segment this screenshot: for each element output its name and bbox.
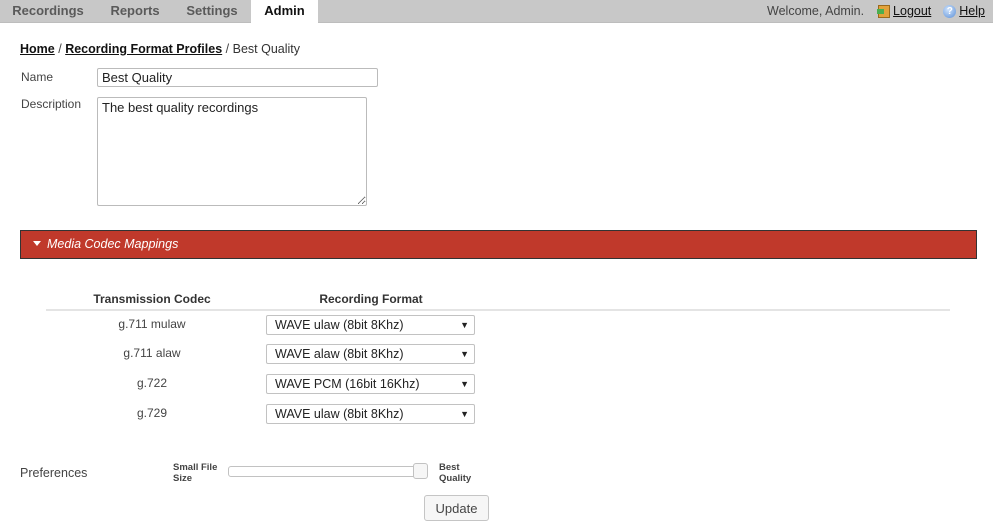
help-icon[interactable]: ? xyxy=(943,4,957,18)
codec-name: g.722 xyxy=(136,376,168,390)
name-input[interactable] xyxy=(97,68,378,87)
slider-max-label: Best Quality xyxy=(439,462,472,484)
description-label: Description xyxy=(21,97,82,111)
breadcrumb-recording-format-profiles[interactable]: Recording Format Profiles xyxy=(65,42,222,56)
selected-value: WAVE PCM (16bit 16Khz) xyxy=(275,377,420,391)
quality-slider-handle[interactable] xyxy=(413,463,428,479)
breadcrumb-separator: / xyxy=(225,42,230,56)
tab-recordings[interactable]: Recordings xyxy=(6,0,90,22)
tab-reports[interactable]: Reports xyxy=(102,0,168,22)
recording-format-select[interactable]: WAVE alaw (8bit 8Khz) ▼ xyxy=(266,344,475,364)
dropdown-arrow-icon: ▼ xyxy=(460,409,469,419)
quality-slider-track[interactable] xyxy=(228,466,424,477)
logout-icon[interactable] xyxy=(877,4,891,18)
breadcrumb-home[interactable]: Home xyxy=(20,42,55,56)
selected-value: WAVE alaw (8bit 8Khz) xyxy=(275,347,404,361)
breadcrumb: Home / Recording Format Profiles / Best … xyxy=(20,42,300,56)
codec-name: g.711 alaw xyxy=(123,346,181,360)
selected-value: WAVE ulaw (8bit 8Khz) xyxy=(275,407,404,421)
header-divider xyxy=(46,309,950,311)
update-button[interactable]: Update xyxy=(424,495,489,521)
logout-link[interactable]: Logout xyxy=(893,1,931,21)
top-nav-bar: Recordings Reports Settings Admin Welcom… xyxy=(0,0,993,23)
tab-admin[interactable]: Admin xyxy=(251,0,318,23)
recording-format-select[interactable]: WAVE ulaw (8bit 8Khz) ▼ xyxy=(266,404,475,424)
media-codec-mappings-header[interactable]: Media Codec Mappings xyxy=(20,230,977,259)
dropdown-arrow-icon: ▼ xyxy=(460,349,469,359)
section-title: Media Codec Mappings xyxy=(47,237,179,251)
breadcrumb-current: Best Quality xyxy=(232,42,301,56)
column-header-transmission-codec: Transmission Codec xyxy=(93,292,211,306)
user-area: Welcome, Admin. Logout ? Help xyxy=(767,0,985,22)
selected-value: WAVE ulaw (8bit 8Khz) xyxy=(275,318,404,332)
preferences-label: Preferences xyxy=(20,466,88,480)
column-header-recording-format: Recording Format xyxy=(319,292,423,306)
dropdown-arrow-icon: ▼ xyxy=(460,379,469,389)
dropdown-arrow-icon: ▼ xyxy=(460,320,469,330)
codec-name: g.711 mulaw xyxy=(118,317,186,331)
name-label: Name xyxy=(21,70,54,84)
help-link[interactable]: Help xyxy=(959,1,985,21)
slider-min-label: Small File Size xyxy=(173,462,218,484)
tab-settings[interactable]: Settings xyxy=(180,0,244,22)
codec-name: g.729 xyxy=(136,406,168,420)
recording-format-select[interactable]: WAVE PCM (16bit 16Khz) ▼ xyxy=(266,374,475,394)
description-textarea[interactable]: The best quality recordings xyxy=(97,97,367,206)
recording-format-select[interactable]: WAVE ulaw (8bit 8Khz) ▼ xyxy=(266,315,475,335)
welcome-text: Welcome, Admin. xyxy=(767,4,865,18)
expand-triangle-icon xyxy=(33,241,41,247)
